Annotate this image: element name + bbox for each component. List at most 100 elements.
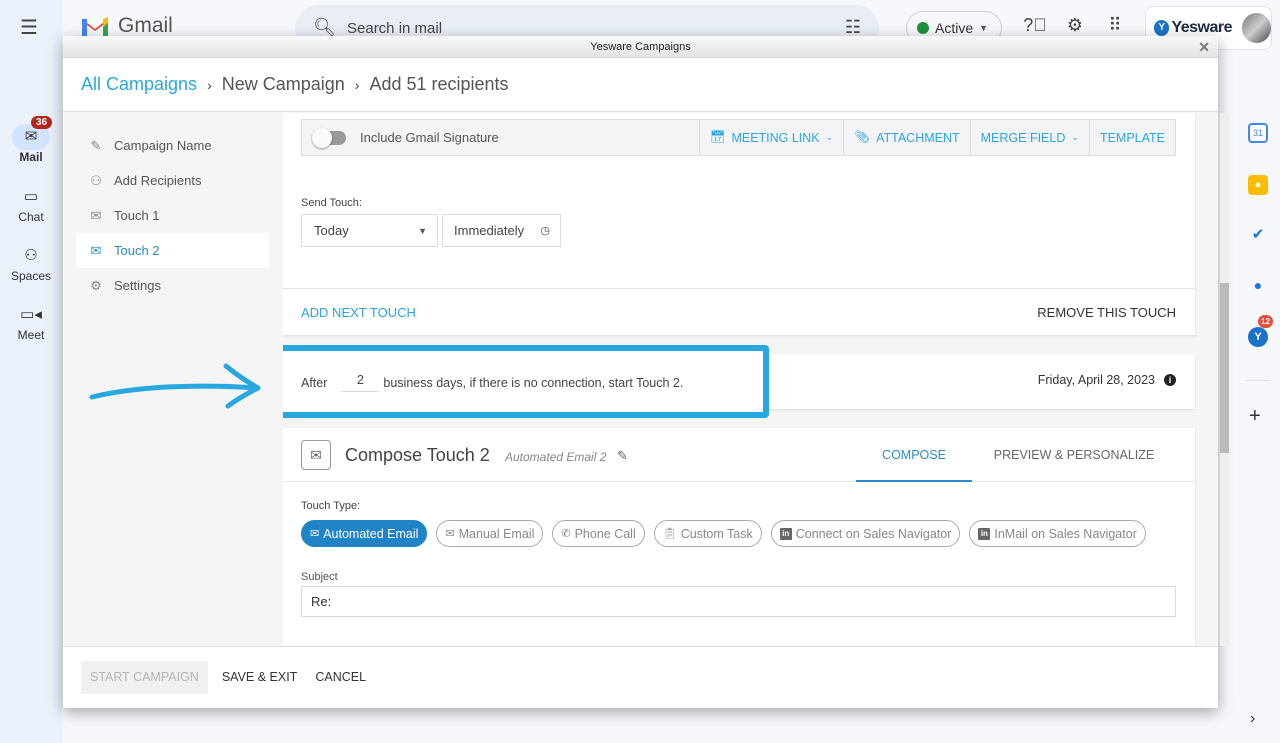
rail-item-mail[interactable]: ✉ 36 Mail xyxy=(0,116,62,164)
remove-touch-button[interactable]: REMOVE THIS TOUCH xyxy=(1037,305,1176,320)
yesware-label: Yesware xyxy=(1171,19,1233,36)
contacts-icon[interactable]: ● xyxy=(1248,275,1268,295)
touch-type-label: Connect on Sales Navigator xyxy=(795,526,952,541)
nav-item-settings[interactable]: ⚙ Settings xyxy=(76,268,269,303)
close-icon[interactable]: ✕ xyxy=(1198,36,1210,58)
breadcrumb-all-campaigns[interactable]: All Campaigns xyxy=(81,74,197,95)
chevron-down-icon: ⌄ xyxy=(1071,132,1079,142)
chevron-right-icon[interactable]: › xyxy=(1250,710,1255,728)
clock-icon: ◷ xyxy=(540,225,550,237)
tasks-icon[interactable]: ✔ xyxy=(1248,225,1268,245)
pencil-icon[interactable]: ✎ xyxy=(617,448,628,464)
apps-grid-icon[interactable]: ⠿ xyxy=(1103,15,1127,36)
campaign-content: Include Gmail Signature 📅︎ MEETING LINK … xyxy=(283,113,1210,646)
scrollbar-thumb[interactable] xyxy=(1220,283,1229,453)
send-time-select[interactable]: Immediately ◷ xyxy=(442,214,561,247)
info-icon[interactable]: i xyxy=(1164,374,1176,386)
delay-row: After business days, if there is no conn… xyxy=(301,373,683,392)
cancel-button[interactable]: CANCEL xyxy=(306,661,375,694)
linkedin-icon: in xyxy=(779,527,792,540)
start-campaign-button[interactable]: START CAMPAIGN xyxy=(81,661,208,694)
rail-item-chat[interactable]: ▭ Chat xyxy=(0,184,62,224)
touch-type-phone-call[interactable]: ✆ Phone Call xyxy=(552,520,645,547)
yesware-app-icon[interactable]: Y 12 xyxy=(1248,315,1273,347)
touch-type-custom-task[interactable]: 📋︎ Custom Task xyxy=(653,520,762,547)
delay-days-input[interactable] xyxy=(341,373,380,392)
touch-type-label: Automated Email xyxy=(323,526,419,541)
merge-field-button[interactable]: MERGE FIELD ⌄ xyxy=(969,120,1089,155)
pencil-icon: ✎ xyxy=(90,137,102,153)
save-exit-button[interactable]: SAVE & EXIT xyxy=(213,661,307,694)
status-dot-icon xyxy=(917,22,929,34)
caret-down-icon: ▼ xyxy=(979,23,989,33)
meeting-link-button[interactable]: 📅︎ MEETING LINK ⌄ xyxy=(698,120,844,155)
compose-header: ✉ Compose Touch 2 Automated Email 2 ✎ CO… xyxy=(283,428,1195,482)
gmail-logo[interactable]: Gmail xyxy=(80,14,173,38)
rail-item-spaces[interactable]: ⚇ Spaces xyxy=(0,243,62,283)
signature-toggle[interactable] xyxy=(312,127,346,148)
send-day-select[interactable]: Today ▼ xyxy=(301,214,438,247)
signature-label: Include Gmail Signature xyxy=(360,130,499,145)
filter-icon[interactable]: ☷ xyxy=(845,17,861,38)
modal-scrollbar[interactable] xyxy=(1220,113,1229,646)
gmail-rail: ☰ ✉ 36 Mail ▭ Chat ⚇ Spaces ▭◂ Meet xyxy=(0,0,62,743)
attachment-button[interactable]: 📎︎ ATTACHMENT xyxy=(843,120,969,155)
add-next-touch-button[interactable]: ADD NEXT TOUCH xyxy=(301,305,416,320)
chat-icon: ▭ xyxy=(23,188,39,205)
avatar[interactable] xyxy=(1242,13,1271,43)
annotation-arrow-icon xyxy=(89,363,261,409)
tab-preview-personalize[interactable]: PREVIEW & PERSONALIZE xyxy=(989,428,1159,482)
nav-item-add-recipients[interactable]: ⚇ Add Recipients xyxy=(76,163,269,198)
touch-type-automated-email[interactable]: ✉ Automated Email xyxy=(301,520,428,547)
keep-icon[interactable]: ● xyxy=(1248,175,1268,195)
nav-item-campaign-name[interactable]: ✎ Campaign Name xyxy=(76,128,269,163)
help-icon[interactable]: ?⃝ xyxy=(1023,15,1047,36)
rail-item-meet[interactable]: ▭◂ Meet xyxy=(0,302,62,342)
nav-label: Settings xyxy=(114,278,161,293)
nav-label: Touch 1 xyxy=(114,208,160,223)
campaign-steps-nav: ✎ Campaign Name ⚇ Add Recipients ✉ Touch… xyxy=(76,128,269,303)
gmail-logo-text: Gmail xyxy=(118,14,173,37)
subject-input[interactable] xyxy=(301,586,1176,617)
attachment-label: ATTACHMENT xyxy=(876,130,960,145)
yesware-badge: 12 xyxy=(1258,315,1273,328)
delay-prefix: After xyxy=(301,375,328,390)
breadcrumb: All Campaigns › New Campaign › Add 51 re… xyxy=(63,58,1218,112)
send-time-value: Immediately xyxy=(454,223,525,238)
mail-clock-icon: ✉ xyxy=(90,242,102,258)
send-day-value: Today xyxy=(314,223,349,238)
touch-type-inmail-sales-navigator[interactable]: in InMail on Sales Navigator xyxy=(969,520,1146,547)
delay-date: Friday, April 28, 2023 i xyxy=(1038,373,1176,387)
add-app-icon[interactable]: + xyxy=(1249,405,1261,428)
compose-touch-card: ✉ Compose Touch 2 Automated Email 2 ✎ CO… xyxy=(283,428,1195,646)
tab-compose[interactable]: COMPOSE xyxy=(856,428,972,482)
meet-icon: ▭◂ xyxy=(20,306,42,323)
touch-type-group: ✉ Automated Email ✉ Manual Email ✆ Phone… xyxy=(301,520,1146,547)
search-input[interactable]: Search in mail xyxy=(347,20,442,37)
calendar-icon[interactable]: 31 xyxy=(1248,123,1268,143)
nav-item-touch-2[interactable]: ✉ Touch 2 xyxy=(76,233,269,268)
rail-label: Mail xyxy=(19,150,43,164)
spaces-icon: ⚇ xyxy=(24,247,38,264)
touch-type-manual-email[interactable]: ✉ Manual Email xyxy=(436,520,544,547)
touch-1-card: Include Gmail Signature 📅︎ MEETING LINK … xyxy=(283,113,1195,335)
meeting-link-label: MEETING LINK xyxy=(731,130,820,145)
template-label: TEMPLATE xyxy=(1099,130,1165,145)
touch-type-connect-sales-navigator[interactable]: in Connect on Sales Navigator xyxy=(770,520,961,547)
chevron-down-icon: ⌄ xyxy=(825,132,834,142)
template-button[interactable]: TEMPLATE xyxy=(1088,120,1175,155)
mail-clock-icon: ✉ xyxy=(310,528,320,540)
menu-icon[interactable]: ☰ xyxy=(20,18,40,38)
phone-icon: ✆ xyxy=(561,528,571,540)
gear-icon[interactable]: ⚙ xyxy=(1063,15,1087,36)
editor-toolbar: Include Gmail Signature 📅︎ MEETING LINK … xyxy=(301,119,1176,156)
gmail-m-icon xyxy=(82,17,108,37)
divider xyxy=(283,288,1195,289)
modal-title: Yesware Campaigns xyxy=(590,41,691,53)
nav-label: Campaign Name xyxy=(114,138,212,153)
delay-date-text: Friday, April 28, 2023 xyxy=(1037,373,1155,387)
mail-clock-icon: ✉ xyxy=(301,440,331,470)
nav-item-touch-1[interactable]: ✉ Touch 1 xyxy=(76,198,269,233)
rail-label: Spaces xyxy=(10,269,52,283)
mail-badge: 36 xyxy=(31,116,53,129)
